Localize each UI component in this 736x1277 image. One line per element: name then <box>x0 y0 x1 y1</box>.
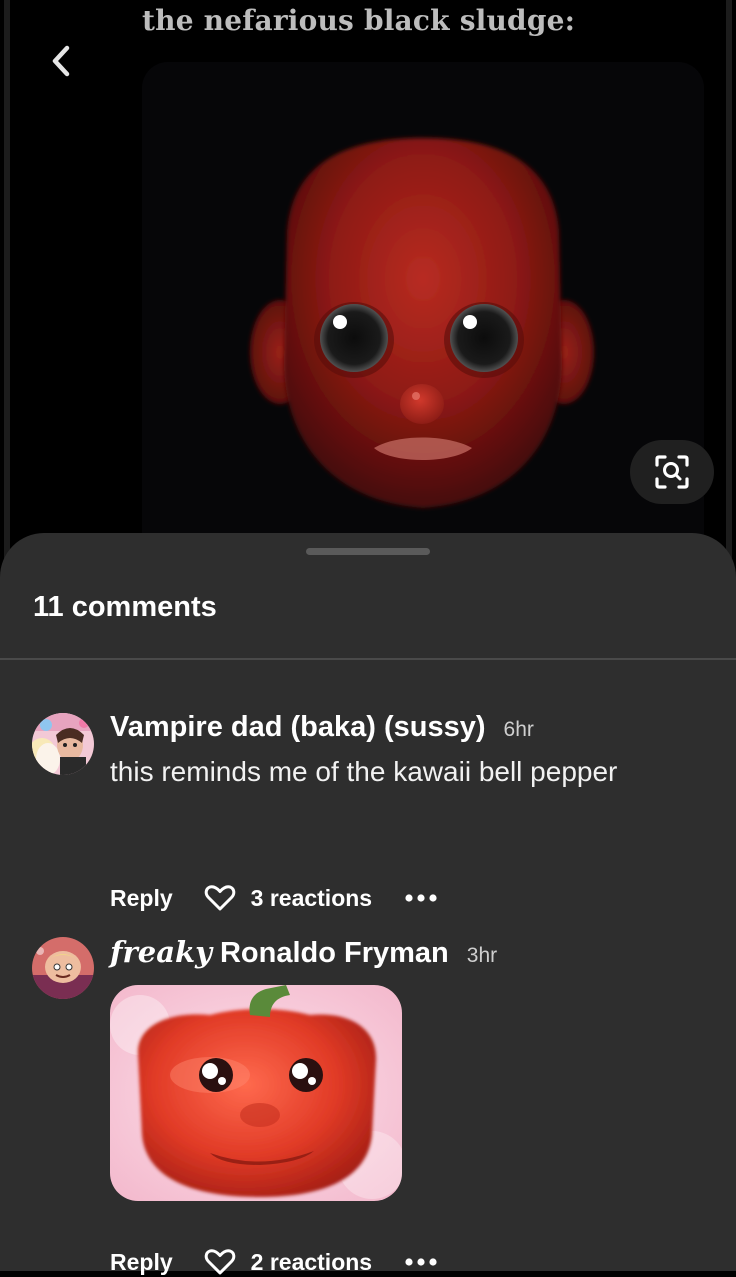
red-face-illustration <box>142 62 704 552</box>
react-button[interactable] <box>203 1247 237 1277</box>
bell-pepper-image <box>110 985 402 1201</box>
comment-time: 3hr <box>466 944 498 967</box>
comments-count: 11 comments <box>33 591 217 623</box>
reply-button[interactable]: Reply <box>110 885 173 912</box>
author-name: Ronaldo Fryman <box>219 937 449 969</box>
divider <box>0 658 736 660</box>
avatar-image <box>32 713 94 775</box>
comment-header: Vampire dad (baka) (sussy) 6hr <box>110 711 696 744</box>
comments-sheet: 11 comments Vampire dad (baka) (sussy) 6… <box>0 533 736 1275</box>
comment-header: freaky Ronaldo Fryman 3hr <box>110 935 696 970</box>
pin-closeup: the nefarious black sludge: <box>0 0 736 560</box>
drag-handle[interactable] <box>306 548 430 555</box>
frame-edge-right <box>726 0 732 560</box>
chevron-left-icon <box>52 45 70 77</box>
comment-author[interactable]: freaky Ronaldo Fryman <box>110 935 449 970</box>
comment-text: this reminds me of the kawaii bell peppe… <box>110 756 618 787</box>
comment-image[interactable] <box>110 985 402 1201</box>
comment-body: freaky Ronaldo Fryman 3hr <box>110 935 696 970</box>
avatar[interactable] <box>32 937 94 999</box>
avatar-image <box>32 937 94 999</box>
reactions-count[interactable]: 3 reactions <box>251 885 372 912</box>
author-prefix: freaky <box>110 935 212 969</box>
frame-edge-left <box>4 0 10 560</box>
more-options-button[interactable] <box>404 883 438 913</box>
visual-search-button[interactable] <box>630 440 714 504</box>
pin-image[interactable] <box>142 62 704 552</box>
heart-icon <box>204 885 235 911</box>
comment-time: 6hr <box>503 718 534 741</box>
back-button[interactable] <box>38 38 84 84</box>
ellipsis-icon <box>405 894 437 902</box>
reactions-count[interactable]: 2 reactions <box>251 1249 372 1276</box>
comment-actions: Reply 2 reactions <box>110 1247 438 1277</box>
more-options-button[interactable] <box>404 1247 438 1277</box>
heart-icon <box>204 1249 235 1275</box>
ellipsis-icon <box>405 1258 437 1266</box>
visual-search-icon <box>655 455 689 489</box>
react-button[interactable] <box>203 883 237 913</box>
pin-title: the nefarious black sludge: <box>142 4 576 37</box>
avatar[interactable] <box>32 713 94 775</box>
comment-body: Vampire dad (baka) (sussy) 6hr this remi… <box>110 711 696 792</box>
comment-actions: Reply 3 reactions <box>110 883 438 913</box>
reply-button[interactable]: Reply <box>110 1249 173 1276</box>
comment-author[interactable]: Vampire dad (baka) (sussy) <box>110 711 486 744</box>
